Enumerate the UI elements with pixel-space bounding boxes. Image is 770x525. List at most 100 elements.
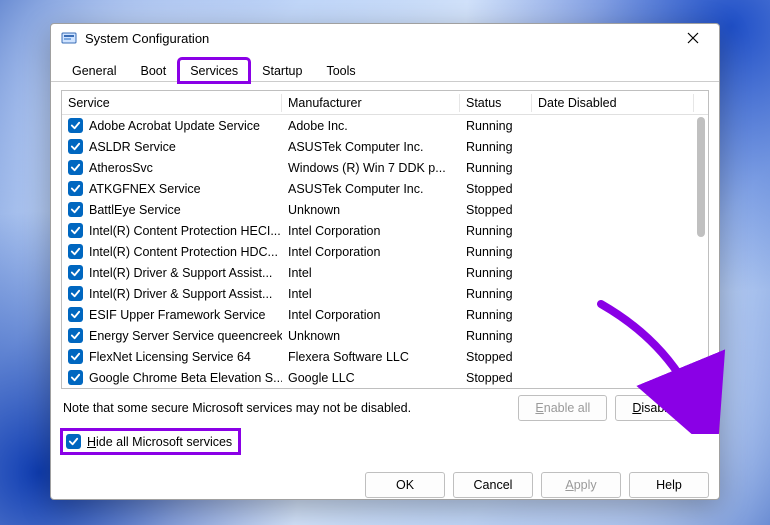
service-status: Running [460, 222, 532, 240]
service-manufacturer: Intel [282, 264, 460, 282]
service-manufacturer: Flexera Software LLC [282, 348, 460, 366]
hide-microsoft-checkbox[interactable]: Hide all Microsoft services [63, 431, 238, 452]
service-date-disabled [532, 208, 694, 212]
service-row[interactable]: Intel(R) Content Protection HDC...Intel … [62, 241, 708, 262]
service-manufacturer: ASUSTek Computer Inc. [282, 138, 460, 156]
checkbox-checked-icon[interactable] [68, 160, 83, 175]
col-status[interactable]: Status [460, 94, 532, 112]
checkbox-checked-icon[interactable] [68, 286, 83, 301]
service-name: ATKGFNEX Service [89, 182, 201, 196]
checkbox-checked-icon[interactable] [68, 244, 83, 259]
checkbox-checked-icon[interactable] [68, 265, 83, 280]
service-name: Energy Server Service queencreek [89, 329, 282, 343]
service-manufacturer: Unknown [282, 327, 460, 345]
tab-services[interactable]: Services [179, 59, 249, 82]
window-title: System Configuration [85, 31, 677, 46]
service-date-disabled [532, 250, 694, 254]
system-configuration-window: System Configuration General Boot Servic… [50, 23, 720, 500]
service-row[interactable]: Intel(R) Driver & Support Assist... Intel… [62, 283, 708, 304]
titlebar: System Configuration [51, 24, 719, 52]
service-row[interactable]: FlexNet Licensing Service 64 Flexera Soft… [62, 346, 708, 367]
service-status: Running [460, 159, 532, 177]
service-status: Running [460, 117, 532, 135]
service-date-disabled [532, 271, 694, 275]
service-row[interactable]: Intel(R) Driver & Support Assist...Intel… [62, 262, 708, 283]
scrollbar[interactable] [695, 115, 707, 388]
service-status: Running [460, 138, 532, 156]
list-body: Adobe Acrobat Update ServiceAdobe Inc.Ru… [62, 115, 708, 388]
service-date-disabled [532, 145, 694, 149]
tab-tools[interactable]: Tools [315, 59, 366, 82]
service-name: Intel(R) Driver & Support Assist... [89, 287, 272, 301]
service-row[interactable]: Intel(R) Content Protection HECI...Intel… [62, 220, 708, 241]
service-status: Stopped [460, 369, 532, 387]
service-row[interactable]: Adobe Acrobat Update Service Adobe Inc.Ru… [62, 115, 708, 136]
service-row[interactable]: ASLDR Service ASUSTek Computer Inc.Runnin… [62, 136, 708, 157]
service-manufacturer: Intel [282, 285, 460, 303]
checkbox-checked-icon[interactable] [68, 307, 83, 322]
scrollbar-thumb[interactable] [697, 117, 705, 237]
checkbox-checked-icon [66, 434, 81, 449]
service-date-disabled [532, 355, 694, 359]
service-name: Adobe Acrobat Update Service [89, 119, 260, 133]
msconfig-icon [61, 30, 77, 46]
services-list: Service Manufacturer Status Date Disable… [61, 90, 709, 389]
service-row[interactable]: ATKGFNEX ServiceASUSTek Computer Inc.Sto… [62, 178, 708, 199]
service-manufacturer: Intel Corporation [282, 222, 460, 240]
tab-bar: General Boot Services Startup Tools [51, 52, 719, 82]
service-status: Stopped [460, 201, 532, 219]
service-date-disabled [532, 187, 694, 191]
service-name: Intel(R) Content Protection HECI... [89, 224, 281, 238]
hide-microsoft-label: Hide all Microsoft services [87, 435, 232, 449]
service-date-disabled [532, 166, 694, 170]
ok-button[interactable]: OK [365, 472, 445, 498]
col-manufacturer[interactable]: Manufacturer [282, 94, 460, 112]
tab-startup[interactable]: Startup [251, 59, 313, 82]
service-date-disabled [532, 313, 694, 317]
col-service[interactable]: Service [62, 94, 282, 112]
apply-button[interactable]: Apply [541, 472, 621, 498]
list-header: Service Manufacturer Status Date Disable… [62, 91, 708, 115]
checkbox-checked-icon[interactable] [68, 181, 83, 196]
checkbox-checked-icon[interactable] [68, 349, 83, 364]
tab-boot[interactable]: Boot [129, 59, 177, 82]
tab-content: Service Manufacturer Status Date Disable… [51, 82, 719, 462]
service-date-disabled [532, 292, 694, 296]
service-row[interactable]: AtherosSvcWindows (R) Win 7 DDK p...Runn… [62, 157, 708, 178]
service-date-disabled [532, 334, 694, 338]
service-name: AtherosSvc [89, 161, 153, 175]
service-status: Running [460, 264, 532, 282]
checkbox-checked-icon[interactable] [68, 328, 83, 343]
service-row[interactable]: Energy Server Service queencreekUnknownR… [62, 325, 708, 346]
service-row[interactable]: Google Chrome Beta Elevation S...Google … [62, 367, 708, 388]
help-button[interactable]: Help [629, 472, 709, 498]
service-status: Stopped [460, 180, 532, 198]
service-status: Running [460, 285, 532, 303]
checkbox-checked-icon[interactable] [68, 202, 83, 217]
service-manufacturer: Google LLC [282, 369, 460, 387]
service-date-disabled [532, 376, 694, 380]
checkbox-checked-icon[interactable] [68, 370, 83, 385]
col-date-disabled[interactable]: Date Disabled [532, 94, 694, 112]
service-manufacturer: Intel Corporation [282, 243, 460, 261]
service-name: FlexNet Licensing Service 64 [89, 350, 251, 364]
service-manufacturer: Unknown [282, 201, 460, 219]
service-manufacturer: Adobe Inc. [282, 117, 460, 135]
close-button[interactable] [677, 24, 709, 52]
enable-all-button[interactable]: Enable all [518, 395, 607, 421]
cancel-button[interactable]: Cancel [453, 472, 533, 498]
checkbox-checked-icon[interactable] [68, 223, 83, 238]
service-name: Google Chrome Beta Elevation S... [89, 371, 282, 385]
service-name: BattlEye Service [89, 203, 181, 217]
checkbox-checked-icon[interactable] [68, 118, 83, 133]
disable-all-button[interactable]: Disable all [615, 395, 707, 421]
note-text: Note that some secure Microsoft services… [63, 401, 518, 415]
service-status: Running [460, 243, 532, 261]
service-name: ASLDR Service [89, 140, 176, 154]
service-date-disabled [532, 229, 694, 233]
service-row[interactable]: BattlEye Service UnknownStopped [62, 199, 708, 220]
service-row[interactable]: ESIF Upper Framework ServiceIntel Corpor… [62, 304, 708, 325]
close-icon [687, 32, 699, 44]
tab-general[interactable]: General [61, 59, 127, 82]
checkbox-checked-icon[interactable] [68, 139, 83, 154]
